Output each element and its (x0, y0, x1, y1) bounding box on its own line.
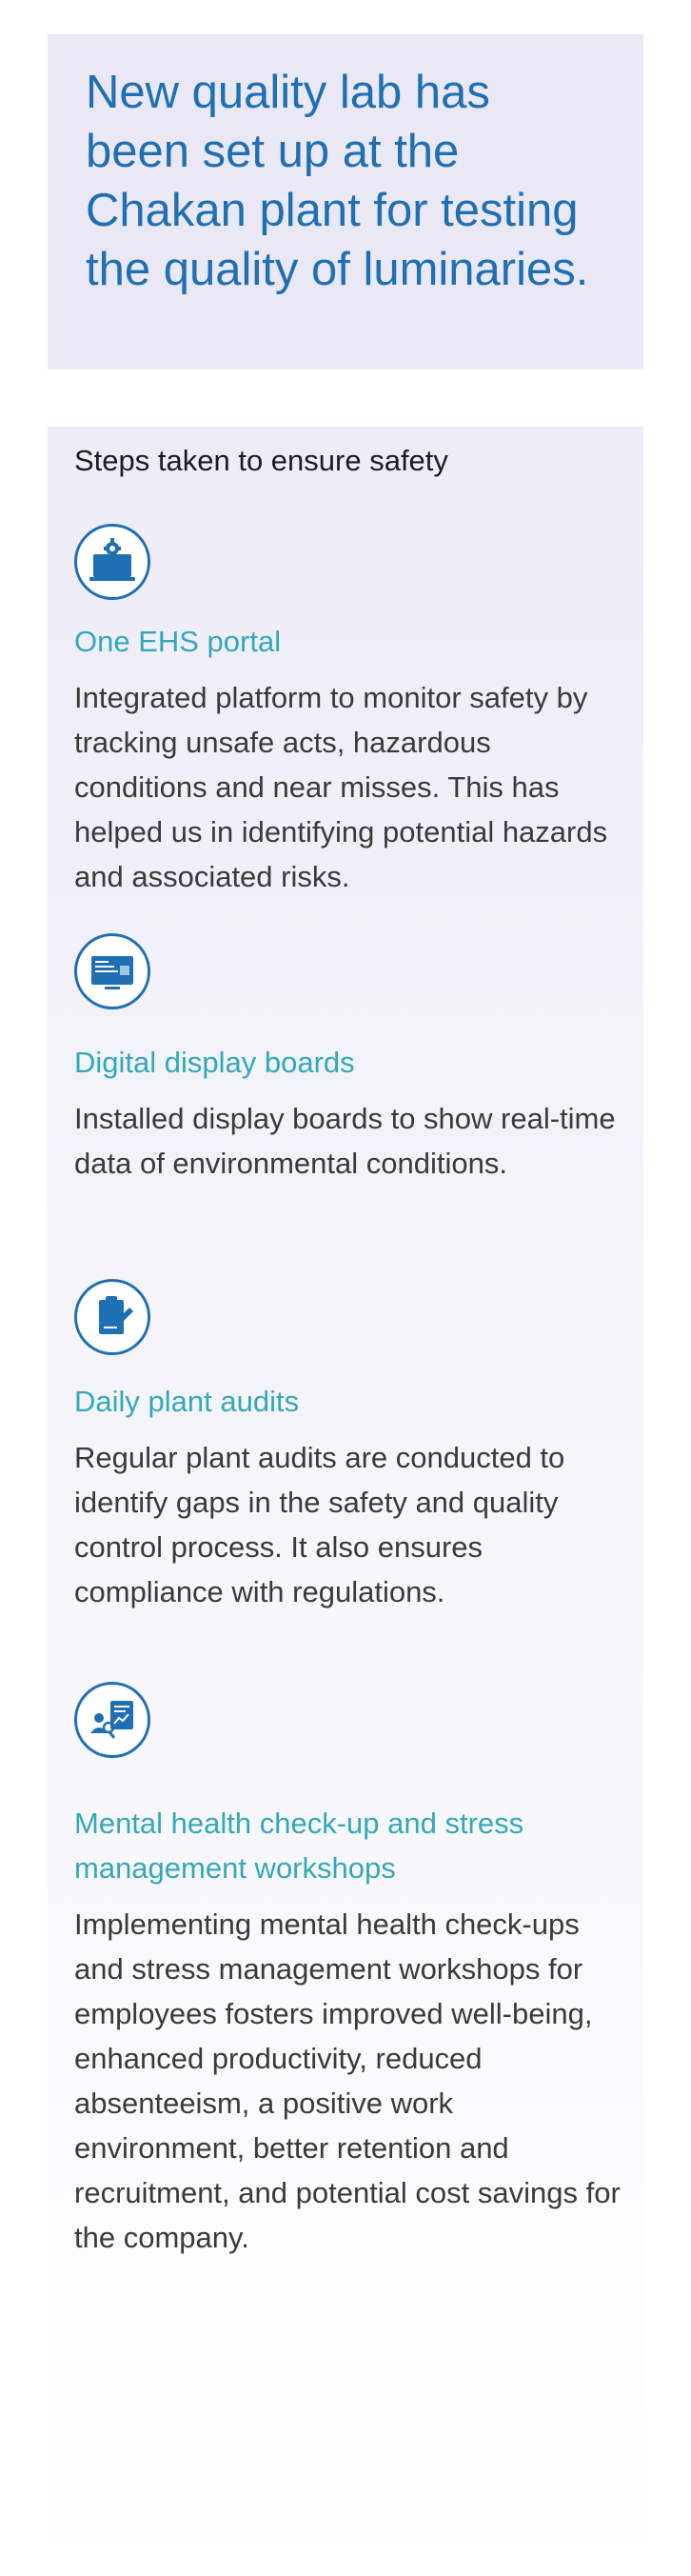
step-digital-display-boards: Digital display boards Installed display… (74, 933, 626, 1186)
step-daily-plant-audits: Daily plant audits Regular plant audits … (74, 1279, 626, 1614)
safety-steps-panel: Steps taken to ensure safety One EHS por… (48, 427, 643, 2576)
step-title: Mental health check-up and stress manage… (74, 1807, 524, 1885)
ehs-portal-icon (74, 524, 150, 600)
step-description: Implementing mental health check-ups and… (74, 1907, 621, 2254)
clipboard-audit-icon (74, 1279, 150, 1355)
step-description: Integrated platform to monitor safety by… (74, 681, 608, 893)
step-title: One EHS portal (74, 625, 282, 658)
highlight-callout: New quality lab has been set up at the C… (48, 34, 643, 369)
step-description: Regular plant audits are conducted to id… (74, 1441, 565, 1608)
step-title: Digital display boards (74, 1046, 355, 1079)
panel-heading: Steps taken to ensure safety (74, 444, 448, 477)
step-title: Daily plant audits (74, 1385, 300, 1418)
step-ehs-portal: One EHS portal Integrated platform to mo… (74, 524, 626, 899)
display-board-icon (74, 933, 150, 1009)
step-mental-health-workshops: Mental health check-up and stress manage… (74, 1682, 626, 2260)
mental-health-icon (74, 1682, 150, 1758)
callout-text: New quality lab has been set up at the C… (86, 67, 589, 295)
step-description: Installed display boards to show real-ti… (74, 1102, 616, 1180)
